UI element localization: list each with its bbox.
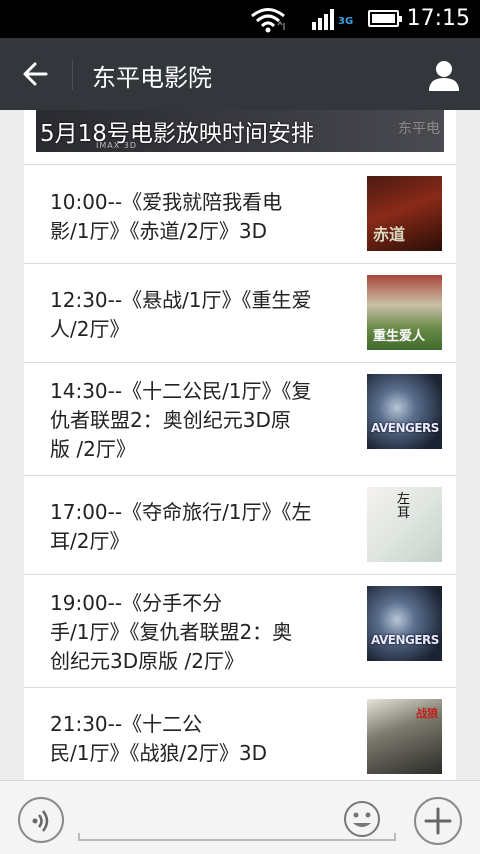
schedule-text: 10:00--《爱我就陪我看电 影/1厅》《赤道/2厅》3D: [50, 190, 283, 243]
status-bar: 3G 17:15: [0, 0, 480, 38]
schedule-item[interactable]: 10:00--《爱我就陪我看电 影/1厅》《赤道/2厅》3D 赤道: [24, 164, 456, 263]
user-icon: [429, 61, 459, 91]
banner-image: 东平电 5月18号电影放映时间安排 IMAX 3D: [36, 110, 444, 152]
plus-icon: [424, 807, 452, 835]
status-time: 17:15: [406, 6, 470, 31]
banner-title: 5月18号电影放映时间安排: [40, 121, 314, 147]
movie-poster-thumbnail: 赤道: [367, 176, 442, 251]
app-header: 东平电影院: [0, 38, 480, 110]
schedule-text: 12:30--《悬战/1厅》《重生爱 人/2厅》: [50, 288, 312, 341]
profile-button[interactable]: [422, 54, 466, 96]
movie-poster-thumbnail: 重生爱人: [367, 275, 442, 350]
voice-button[interactable]: [18, 797, 64, 843]
schedule-text: 19:00--《分手不分 手/1厅》《复仇者联盟2：奥 创纪元3D原版 /2厅》: [50, 591, 293, 673]
movie-poster-thumbnail: AVENGERS: [367, 374, 442, 449]
header-divider: [72, 60, 73, 90]
schedule-item[interactable]: 19:00--《分手不分 手/1厅》《复仇者联盟2：奥 创纪元3D原版 /2厅》…: [24, 574, 456, 687]
schedule-item[interactable]: 17:00--《夺命旅行/1厅》《左 耳/2厅》 左耳: [24, 475, 456, 574]
poster-title: 左耳: [397, 492, 411, 521]
plus-button[interactable]: [414, 797, 462, 845]
schedule-text: 17:00--《夺命旅行/1厅》《左 耳/2厅》: [50, 500, 312, 553]
input-underline: [78, 833, 396, 841]
wifi-icon: [251, 8, 285, 33]
article-content: 东平电 5月18号电影放映时间安排 IMAX 3D 10:00--《爱我就陪我看…: [0, 110, 480, 780]
schedule-item[interactable]: 21:30--《十二公 民/1厅》《战狼/2厅》3D 战狼: [24, 687, 456, 780]
movie-poster-thumbnail: 左耳: [367, 487, 442, 562]
voice-icon: [32, 810, 49, 832]
movie-poster-thumbnail: AVENGERS: [367, 586, 442, 661]
schedule-text: 14:30--《十二公民/1厅》《复 仇者联盟2：奥创纪元3D原 版 /2厅》: [50, 379, 312, 461]
movie-poster-thumbnail: 战狼: [367, 699, 442, 774]
banner-strip-text: IMAX 3D: [96, 141, 138, 150]
battery-icon: [368, 10, 402, 27]
poster-title: 战狼: [416, 707, 438, 720]
poster-title: 重生爱人: [373, 329, 426, 344]
page-title: 东平电影院: [92, 64, 212, 92]
arrow-left-icon: [23, 62, 48, 86]
emoji-button[interactable]: [342, 799, 382, 839]
signal-icon: [312, 9, 334, 30]
schedule-item[interactable]: 12:30--《悬战/1厅》《重生爱 人/2厅》 重生爱人: [24, 263, 456, 362]
schedule-item[interactable]: 14:30--《十二公民/1厅》《复 仇者联盟2：奥创纪元3D原 版 /2厅》 …: [24, 362, 456, 475]
poster-title: AVENGERS: [371, 633, 439, 647]
emoji-icon: [344, 801, 380, 837]
schedule-text: 21:30--《十二公 民/1厅》《战狼/2厅》3D: [50, 712, 268, 765]
poster-title: AVENGERS: [371, 421, 439, 435]
poster-title: 赤道: [373, 225, 406, 244]
banner-watermark: 东平电: [398, 121, 440, 137]
back-button[interactable]: [12, 54, 60, 94]
network-type-label: 3G: [338, 16, 354, 27]
banner-card: 东平电 5月18号电影放映时间安排 IMAX 3D: [24, 110, 456, 164]
input-bar: [0, 780, 480, 854]
